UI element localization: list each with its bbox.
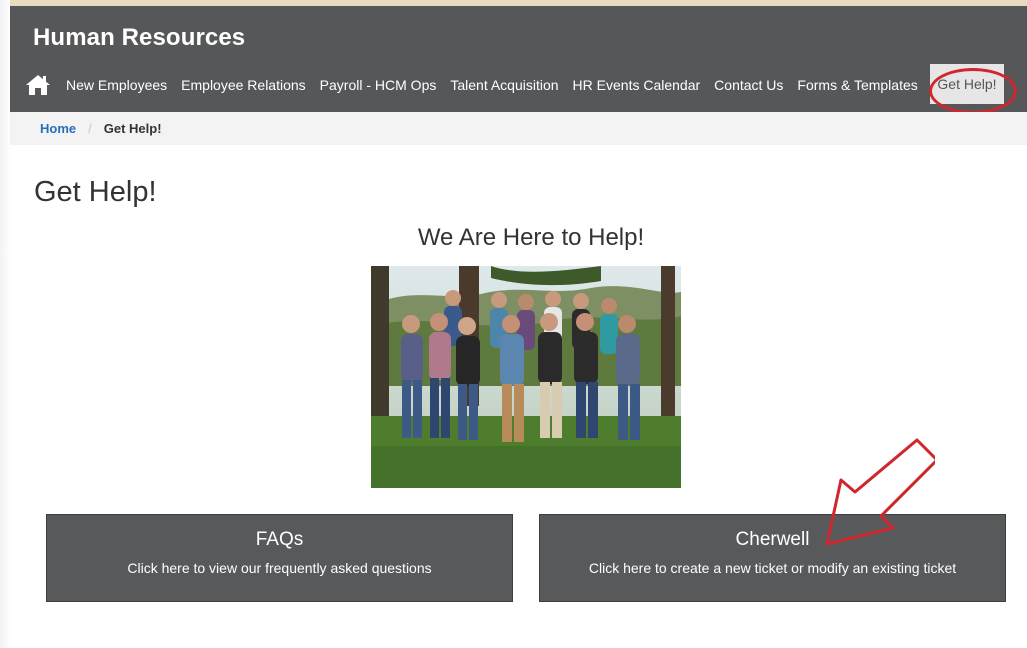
faqs-card[interactable]: FAQs Click here to view our frequently a… bbox=[46, 514, 513, 602]
breadcrumb-home[interactable]: Home bbox=[40, 121, 76, 136]
breadcrumb-current: Get Help! bbox=[103, 121, 162, 136]
nav-contact-us[interactable]: Contact Us bbox=[714, 77, 783, 93]
faqs-card-title: FAQs bbox=[255, 529, 304, 550]
nav-forms-templates[interactable]: Forms & Templates bbox=[797, 77, 917, 93]
cherwell-card-description: Click here to create a new ticket or mod… bbox=[588, 560, 957, 576]
breadcrumb-separator: / bbox=[88, 121, 92, 136]
nav-hr-events-calendar[interactable]: HR Events Calendar bbox=[573, 77, 701, 93]
page: Human Resources New Employees Employee R… bbox=[0, 0, 1027, 648]
section-title: We Are Here to Help! bbox=[417, 224, 645, 251]
cherwell-card[interactable]: Cherwell Click here to create a new tick… bbox=[539, 514, 1006, 602]
main-nav: New Employees Employee Relations Payroll… bbox=[24, 70, 930, 100]
home-icon[interactable] bbox=[24, 73, 52, 97]
page-edge-shadow bbox=[0, 0, 10, 648]
faqs-card-description: Click here to view our frequently asked … bbox=[127, 560, 432, 576]
team-photo bbox=[371, 266, 681, 488]
annotation-arrow bbox=[825, 438, 935, 546]
annotation-circle bbox=[929, 68, 1017, 114]
page-title: Get Help! bbox=[34, 176, 157, 208]
nav-payroll-hcm-ops[interactable]: Payroll - HCM Ops bbox=[320, 77, 437, 93]
breadcrumb: Home / Get Help! bbox=[10, 112, 1027, 145]
nav-new-employees[interactable]: New Employees bbox=[66, 77, 167, 93]
cherwell-card-title: Cherwell bbox=[735, 529, 810, 550]
nav-employee-relations[interactable]: Employee Relations bbox=[181, 77, 306, 93]
nav-talent-acquisition[interactable]: Talent Acquisition bbox=[450, 77, 558, 93]
site-title[interactable]: Human Resources bbox=[33, 24, 245, 52]
